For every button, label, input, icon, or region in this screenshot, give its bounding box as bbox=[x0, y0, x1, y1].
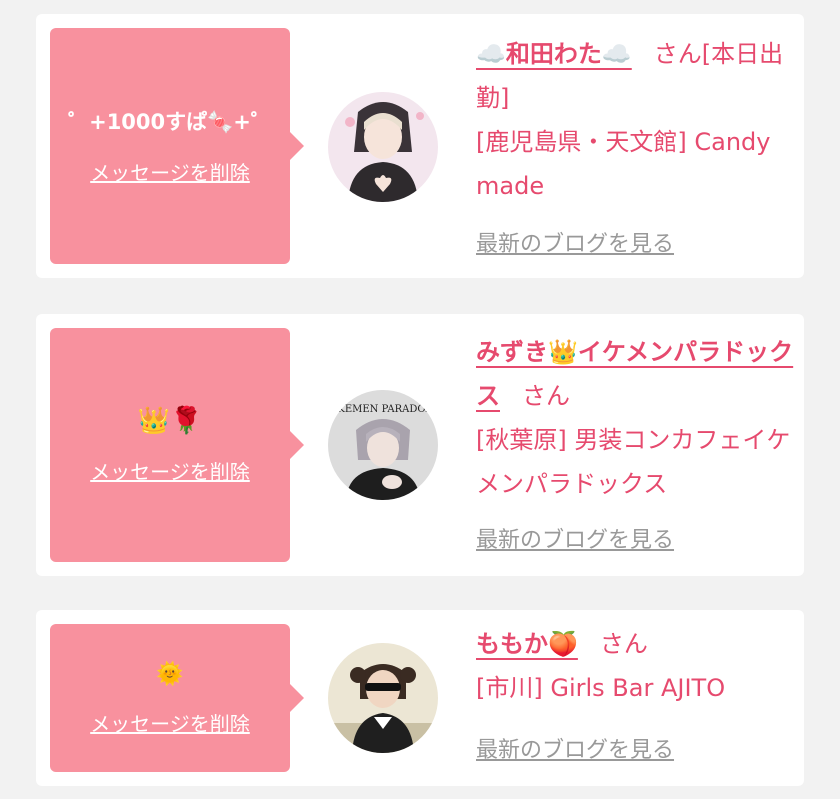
honorific: さん bbox=[522, 382, 570, 410]
avatar[interactable] bbox=[328, 92, 438, 202]
latest-blog-link[interactable]: 最新のブログを見る bbox=[476, 526, 674, 556]
cast-info: ☁️和田わた☁️ さん[本日出勤] [鹿児島県・天文館] Candy made bbox=[476, 32, 796, 208]
message-text: ゜+1000すぱ🍬+゜ bbox=[68, 109, 272, 134]
delete-message-link[interactable]: メッセージを削除 bbox=[90, 708, 250, 737]
message-bubble: ゜+1000すぱ🍬+゜ メッセージを削除 bbox=[50, 28, 304, 264]
avatar[interactable] bbox=[328, 643, 438, 753]
avatar-image bbox=[328, 643, 438, 753]
message-bubble: 🌞 メッセージを削除 bbox=[50, 624, 304, 772]
latest-blog-link[interactable]: 最新のブログを見る bbox=[476, 230, 674, 260]
message-text: 🌞 bbox=[156, 661, 184, 687]
honorific: さん bbox=[653, 40, 702, 68]
cast-info: みずき👑イケメンパラドックス さん [秋葉原] 男装コンカフェイケメンパラドックス bbox=[476, 330, 796, 506]
delete-message-link[interactable]: メッセージを削除 bbox=[90, 456, 250, 485]
message-card-3: 🌞 メッセージを削除 ももか🍑 さん [市川] Girls Bar AJITO 最… bbox=[36, 610, 804, 786]
shop-info: [市川] Girls Bar AJITO bbox=[476, 674, 726, 702]
delete-message-link[interactable]: メッセージを削除 bbox=[90, 157, 250, 186]
honorific: さん bbox=[599, 630, 648, 658]
message-card-1: ゜+1000すぱ🍬+゜ メッセージを削除 ☁️和田わた☁️ さん[本日出勤] [鹿… bbox=[36, 14, 804, 278]
shop-info: [秋葉原] 男装コンカフェイケメンパラドックス bbox=[476, 426, 791, 498]
cast-info: ももか🍑 さん [市川] Girls Bar AJITO bbox=[476, 622, 796, 710]
cast-name-link[interactable]: ももか🍑 bbox=[476, 630, 578, 658]
shop-info: [鹿児島県・天文館] Candy made bbox=[476, 128, 771, 200]
message-text: 👑🌹 bbox=[137, 405, 203, 436]
avatar[interactable]: IKEMEN PARADOX bbox=[328, 390, 438, 500]
avatar-image bbox=[328, 92, 438, 202]
message-bubble: 👑🌹 メッセージを削除 bbox=[50, 328, 304, 562]
message-card-2: 👑🌹 メッセージを削除 IKEMEN PARADOX みずき👑イケメンパラドック… bbox=[36, 314, 804, 576]
avatar-caption: IKEMEN PARADOX bbox=[333, 404, 433, 415]
cast-name-link[interactable]: ☁️和田わた☁️ bbox=[476, 40, 632, 68]
latest-blog-link[interactable]: 最新のブログを見る bbox=[476, 736, 674, 766]
avatar-image: IKEMEN PARADOX bbox=[328, 390, 438, 500]
